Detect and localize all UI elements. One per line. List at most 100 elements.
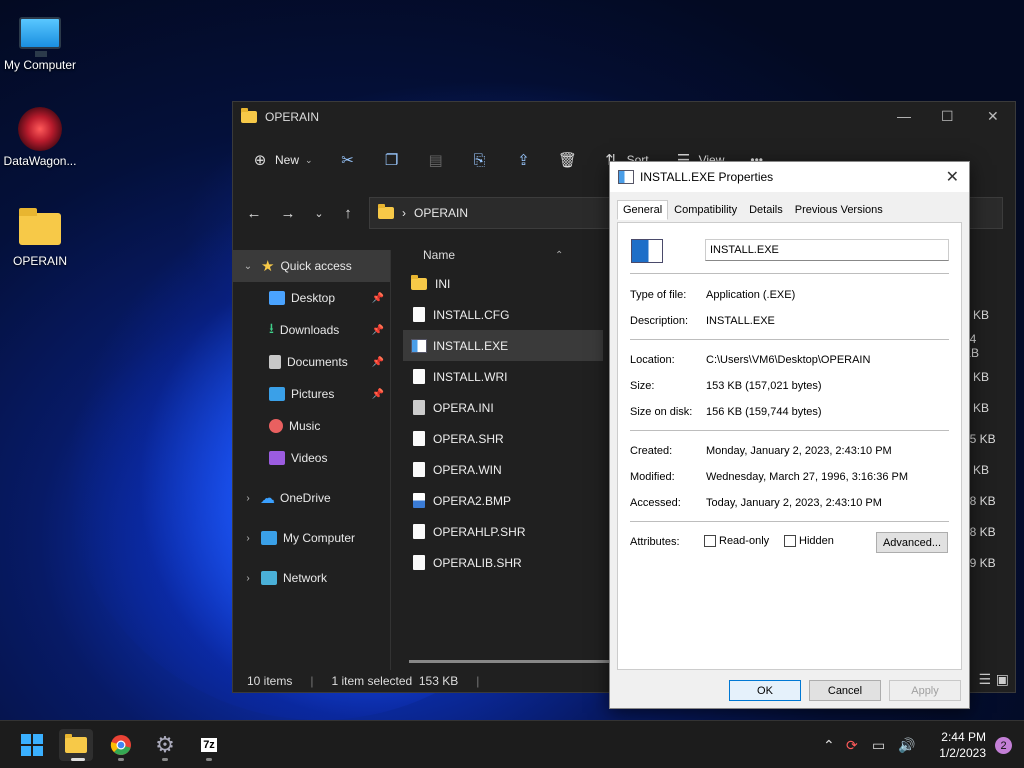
pin-icon[interactable]: 📌 [372,389,384,400]
folder-icon [19,208,61,245]
nav-quick-access[interactable]: ⌄ ★ Quick access [233,250,390,282]
chevron-down-icon: ⌄ [305,154,313,165]
nav-music[interactable]: Music [233,410,390,442]
hidden-checkbox[interactable]: Hidden [784,535,834,547]
dialog-title-bar: INSTALL.EXE Properties [610,162,969,192]
paste-button[interactable]: ▤ [427,151,445,169]
cancel-button[interactable]: Cancel [809,680,881,701]
nav-pictures[interactable]: Pictures 📌 [233,378,390,410]
nav-label: Downloads [279,323,340,337]
exe-icon [411,338,427,353]
modified-label: Modified: [630,471,675,483]
rename-button[interactable]: ⎘ [471,151,489,169]
exe-icon [618,170,634,184]
update-alert-icon[interactable]: ⟳ [846,737,858,754]
trash-icon: 🗑 [558,152,578,169]
advanced-button[interactable]: Advanced... [876,532,948,553]
pin-icon[interactable]: 📌 [372,293,384,304]
cut-button[interactable]: ✂ [339,151,357,169]
read-only-checkbox[interactable]: Read-only [704,535,769,547]
nav-onedrive[interactable]: › ☁ OneDrive [233,482,390,514]
divider [630,521,949,522]
nav-network[interactable]: › Network [233,562,390,594]
nav-label: Desktop [291,291,336,305]
show-hidden-icons-chevron-icon[interactable]: ⌃ [823,737,835,754]
document-icon [413,369,425,384]
file-row-selected[interactable]: INSTALL.EXE54 KB [403,330,979,361]
desktop-icon-operain[interactable]: OPERAIN [0,204,80,268]
minimize-icon[interactable]: — [897,108,911,124]
back-icon[interactable]: ← [237,205,271,222]
network-icon [261,571,277,585]
tab-details[interactable]: Details [743,200,789,220]
start-button[interactable] [15,729,49,761]
details-view-icon[interactable]: ☰ [978,671,991,688]
up-icon[interactable]: ↑ [333,205,363,222]
copy-icon: ❐ [384,152,399,169]
share-button[interactable]: ⇪ [515,151,533,169]
tab-general[interactable]: General [617,200,669,220]
documents-icon [269,355,281,369]
breadcrumb-current[interactable]: OPERAIN [414,206,468,220]
sort-up-icon: ⌃ [555,249,564,261]
chevron-right-icon: › [246,532,250,544]
breadcrumb-separator: › [402,206,406,220]
nav-videos[interactable]: Videos [233,442,390,474]
system-clock[interactable]: 2:44 PM 1/2/2023 [939,729,986,761]
chevron-right-icon: › [246,492,250,504]
notification-badge[interactable]: 2 [995,737,1012,754]
file-name: OPERA.WIN [433,462,502,477]
rename-icon: ⎘ [473,151,486,169]
file-name: INSTALL.EXE [433,338,509,353]
file-explorer-taskbar-button[interactable] [59,729,93,761]
horizontal-scrollbar[interactable] [409,660,609,663]
running-indicator [206,758,212,761]
accessed-label: Accessed: [630,497,681,509]
pin-icon[interactable]: 📌 [372,357,384,368]
file-name: OPERALIB.SHR [433,555,522,570]
forward-icon[interactable]: → [271,205,305,222]
chrome-icon [110,735,131,755]
taskbar: ⚙ 7z ⌃ ⟳ ▭ 🔊 2:44 PM 1/2/2023 2 [0,720,1024,768]
apply-button[interactable]: Apply [889,680,961,701]
tab-previous-versions[interactable]: Previous Versions [789,200,889,220]
music-icon [269,419,283,433]
maximize-icon[interactable]: ☐ [941,108,954,125]
read-only-label: Read-only [719,535,770,547]
document-icon [413,462,425,477]
nav-label: My Computer [283,531,356,545]
recent-chevron-icon[interactable]: ⌄ [305,207,333,220]
tab-compatibility[interactable]: Compatibility [668,200,743,220]
new-label: New [275,153,300,167]
file-name-field[interactable]: INSTALL.EXE [705,239,949,261]
divider [630,339,949,340]
new-button[interactable]: ⊕ New ⌄ [251,151,313,169]
volume-icon[interactable]: 🔊 [898,737,915,754]
size-label: Size: [630,380,655,392]
videos-icon [269,451,285,465]
settings-taskbar-button[interactable]: ⚙ [148,729,182,761]
ok-button[interactable]: OK [729,680,801,701]
cloud-icon: ☁ [260,490,275,507]
tiles-view-icon[interactable]: ▣ [996,671,1009,688]
running-indicator [162,758,168,761]
copy-button[interactable]: ❐ [383,151,401,169]
nav-desktop[interactable]: Desktop 📌 [233,282,390,314]
network-tray-icon[interactable]: ▭ [872,737,885,754]
desktop-icon-my-computer[interactable]: My Computer [0,8,80,72]
checkbox-box [704,535,716,547]
chrome-taskbar-button[interactable] [104,729,138,761]
desktop-icon-datawagon[interactable]: DataWagon... [0,104,80,168]
close-icon[interactable]: ✕ [987,108,999,125]
nav-documents[interactable]: Documents 📌 [233,346,390,378]
dialog-title: INSTALL.EXE Properties [640,170,774,184]
pin-icon[interactable]: 📌 [372,325,384,336]
nav-my-computer[interactable]: › My Computer [233,522,390,554]
desktop-icon [269,291,285,305]
divider [630,273,949,274]
7zip-taskbar-button[interactable]: 7z [192,729,226,761]
close-icon[interactable]: ✕ [946,167,959,187]
nav-downloads[interactable]: ⭳ Downloads 📌 [233,314,390,346]
location-label: Location: [630,354,675,366]
delete-button[interactable]: 🗑 [558,151,578,169]
